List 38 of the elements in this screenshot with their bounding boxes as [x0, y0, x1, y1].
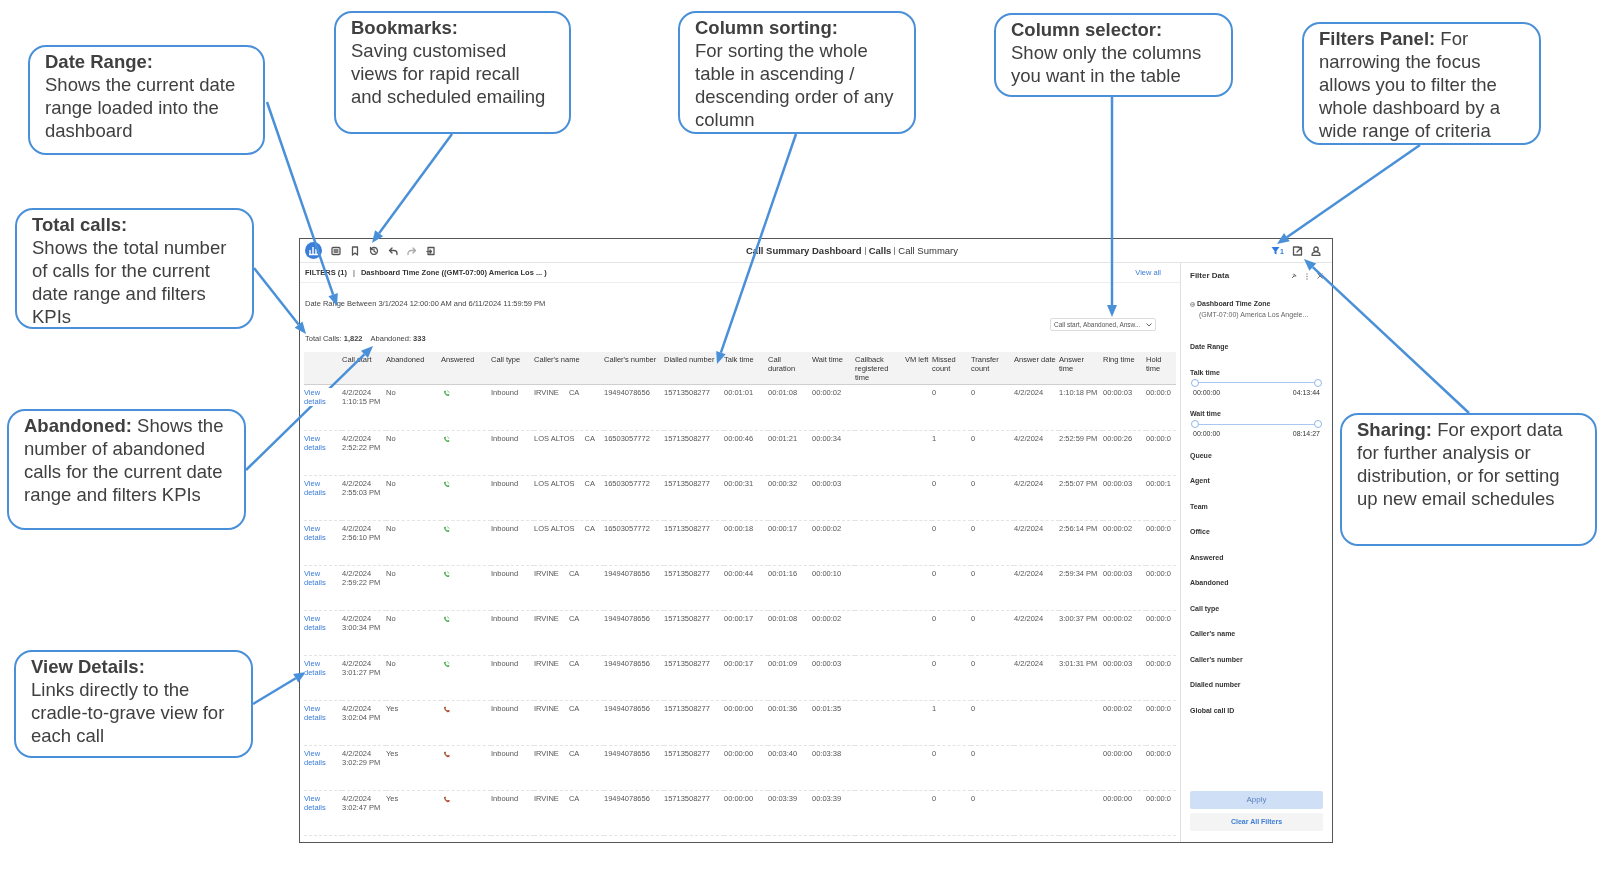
slider-thumb[interactable]	[1314, 420, 1322, 428]
callout-title: Bookmarks:	[351, 16, 459, 39]
bookmark-icon[interactable]	[350, 245, 360, 256]
range-slider[interactable]	[1191, 377, 1322, 388]
callout-text: Show only the columns you want in the table	[1011, 41, 1203, 87]
undo-icon[interactable]	[388, 245, 398, 256]
chart-logo-icon[interactable]	[305, 242, 322, 259]
globe-icon	[1190, 301, 1195, 307]
redo-icon[interactable]	[407, 245, 417, 256]
range-slider[interactable]	[1191, 419, 1322, 429]
callout-text: Abandoned: Shows the number of abandoned calls for the current date range and filters KPIs	[24, 414, 225, 506]
share-icon[interactable]	[1292, 245, 1303, 256]
pin-icon[interactable]	[1291, 273, 1297, 279]
callout-title: Total calls:	[32, 213, 129, 236]
callout-text: For sorting the whole table in ascending / descending order of any column	[695, 39, 895, 131]
user-icon[interactable]	[1311, 245, 1321, 256]
callout-text: Saving customised views for rapid recall and scheduled emailing	[351, 39, 547, 108]
breadcrumb-link[interactable]: Calls	[868, 244, 892, 259]
callout-text: Shows the current date range loaded into the dashboard	[45, 73, 237, 142]
callout-text: Filters Panel: For narrowing the focus allows you to filter the whole dashboard by a wide range of criteria	[1319, 27, 1502, 142]
callout-text: Links directly to the cradle-to-grave view for each call	[31, 678, 226, 747]
filter-icon	[1271, 246, 1281, 255]
slider-thumb[interactable]	[1314, 378, 1322, 387]
chevron-down-icon	[1146, 322, 1152, 327]
callout-title: Date Range:	[45, 50, 154, 73]
callout-title: View Details:	[31, 655, 146, 678]
export-icon[interactable]	[426, 245, 436, 256]
slider-thumb[interactable]	[1191, 378, 1199, 387]
close-icon[interactable]	[1317, 273, 1323, 279]
callout-text: Shows the total number of calls for the current date range and filters KPIs	[32, 236, 228, 328]
breadcrumb-link[interactable]: Call Summary	[898, 244, 958, 259]
callout-text: Sharing: For export data for further analysis or distribution, or for setting up new email schedules	[1357, 418, 1564, 510]
callout-title: Column selector:	[1011, 18, 1164, 41]
history-icon[interactable]	[369, 245, 379, 256]
callout-title: Column sorting:	[695, 16, 839, 39]
slider-thumb[interactable]	[1191, 420, 1199, 428]
list-icon[interactable]	[331, 245, 341, 256]
panel-title: Filter Data	[1190, 270, 1230, 282]
